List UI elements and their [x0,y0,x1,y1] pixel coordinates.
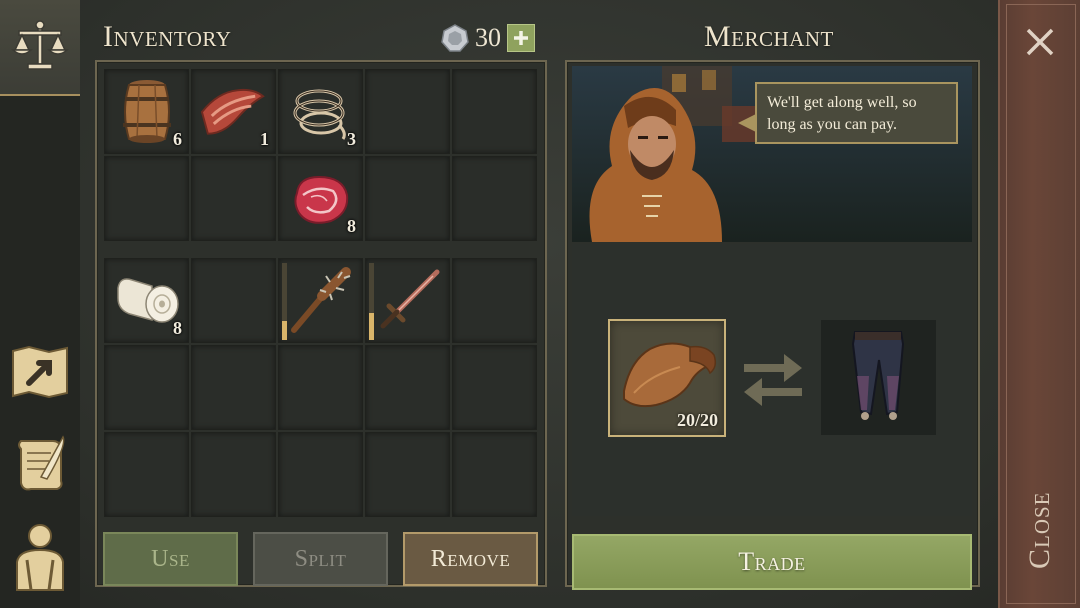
map-arrow-icon [12,345,68,399]
inventory-slot[interactable]: 6 [104,69,189,154]
sidebar-tab-journal[interactable] [8,432,72,496]
inventory-slot-empty[interactable] [104,345,189,430]
item-quantity: 1 [260,129,269,149]
spiked-club-icon [290,266,351,333]
split-button[interactable]: Split [253,532,388,586]
inventory-slot-empty[interactable] [452,345,537,430]
inventory-slot-empty[interactable] [191,345,276,430]
inventory-slot-empty[interactable] [104,432,189,517]
bacon-icon [200,88,265,135]
inventory-slot-empty[interactable] [191,432,276,517]
hotbar-grid: 8 [104,258,537,517]
inventory-slot-empty[interactable] [191,156,276,241]
inventory-slot[interactable]: 3 [278,69,363,154]
merchant-title: Merchant [704,20,834,53]
exchange-arrows-icon [744,354,802,406]
inventory-slot-empty[interactable] [452,156,537,241]
inventory-slot-empty[interactable] [278,345,363,430]
sidebar-tab-trade[interactable] [0,0,80,96]
item-quantity: 8 [347,216,356,236]
inventory-slot-empty[interactable] [104,156,189,241]
trade-button[interactable]: Trade [572,534,972,590]
rope-icon [293,89,346,140]
quill-scroll-icon [18,435,65,491]
currency-display: 30 [441,22,535,54]
inventory-slot[interactable] [365,258,450,343]
receive-item-slot[interactable] [821,320,936,435]
inventory-slot-empty[interactable] [452,258,537,343]
backpack-grid: 6 1 3 8 [104,69,537,241]
offer-item-slot[interactable]: 20/20 [608,319,726,437]
inventory-slot-empty[interactable] [365,432,450,517]
inventory-slot-empty[interactable] [278,432,363,517]
leather-pants-icon [851,331,905,420]
item-quantity: 8 [173,318,182,338]
barrel-icon [122,79,171,143]
inventory-slot-empty[interactable] [452,432,537,517]
sidebar-tab-crafting[interactable] [8,340,72,404]
close-panel[interactable]: Close [998,0,1080,608]
inventory-slot-empty[interactable] [452,69,537,154]
item-quantity: 3 [347,129,356,149]
speech-tail [738,114,756,132]
plus-icon [514,31,528,45]
offer-quantity: 20/20 [676,410,718,430]
merchant-speech-bubble: We'll get along well, so long as you can… [755,82,958,144]
sidebar [0,0,80,608]
close-button[interactable] [1020,22,1060,62]
character-icon [16,524,64,591]
inventory-slot-empty[interactable] [365,156,450,241]
close-label: Close [1023,491,1056,569]
inventory-slot-empty[interactable] [365,69,450,154]
close-icon [1026,28,1054,56]
use-button[interactable]: Use [103,532,238,586]
inventory-slot[interactable]: 1 [191,69,276,154]
scales-icon [11,20,69,70]
sword-icon [380,269,439,328]
inventory-slot[interactable]: 8 [104,258,189,343]
inventory-slot[interactable] [278,258,363,343]
item-quantity: 6 [173,129,182,149]
add-currency-button[interactable] [507,24,535,52]
remove-button[interactable]: Remove [403,532,538,586]
raw-meat-icon [293,175,348,224]
bandage-icon [116,277,179,323]
inventory-title: Inventory [103,20,232,53]
silver-coin-icon [441,24,469,52]
inventory-slot-empty[interactable] [191,258,276,343]
inventory-slot[interactable]: 8 [278,156,363,241]
inventory-slot-empty[interactable] [365,345,450,430]
sidebar-tab-character[interactable] [8,524,72,591]
currency-amount: 30 [475,23,501,52]
